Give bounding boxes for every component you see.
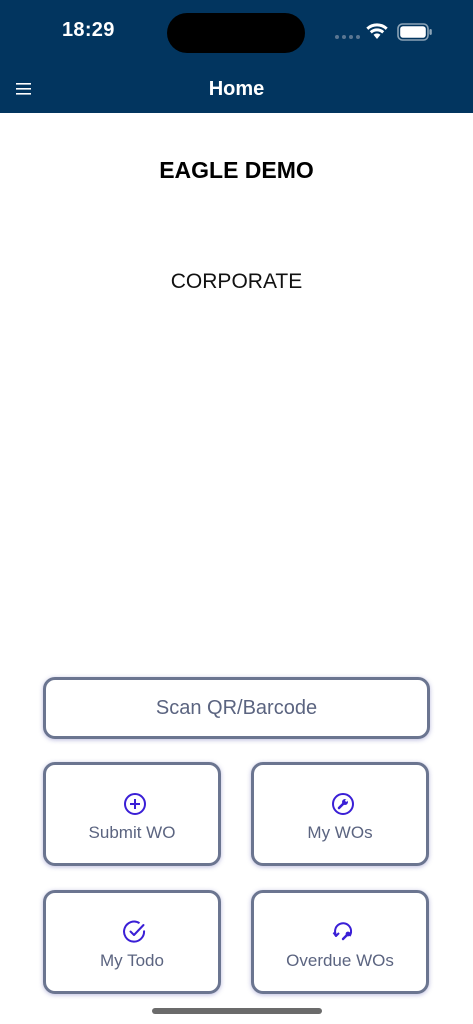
battery-icon [397,23,432,41]
wifi-icon [366,23,388,39]
organization-unit: CORPORATE [170,270,303,293]
plus-circle-icon [124,793,146,815]
scan-button-label: Scan QR/Barcode [155,697,318,719]
submit-wo-button[interactable]: Submit WO [43,762,221,866]
scan-qr-barcode-button[interactable]: Scan QR/Barcode [43,677,430,739]
overdue-wos-label: Overdue WOs [286,951,394,970]
my-wos-label: My WOs [307,823,373,842]
dynamic-island [167,13,305,53]
top-bar: 18:29 Home [0,0,473,113]
overdue-refresh-icon [332,922,353,941]
page-title: Home [208,78,265,100]
submit-wo-label: Submit WO [88,823,176,842]
my-todo-label: My Todo [100,951,164,970]
cellular-signal-icon [335,35,361,39]
my-todo-button[interactable]: My Todo [43,890,221,994]
check-circle-icon [123,920,146,943]
wrench-circle-icon [332,793,354,815]
my-wos-button[interactable]: My WOs [251,762,429,866]
organization-name: EAGLE DEMO [159,157,314,183]
home-indicator[interactable] [152,1008,322,1014]
status-time: 18:29 [62,19,115,41]
overdue-wos-button[interactable]: Overdue WOs [251,890,429,994]
